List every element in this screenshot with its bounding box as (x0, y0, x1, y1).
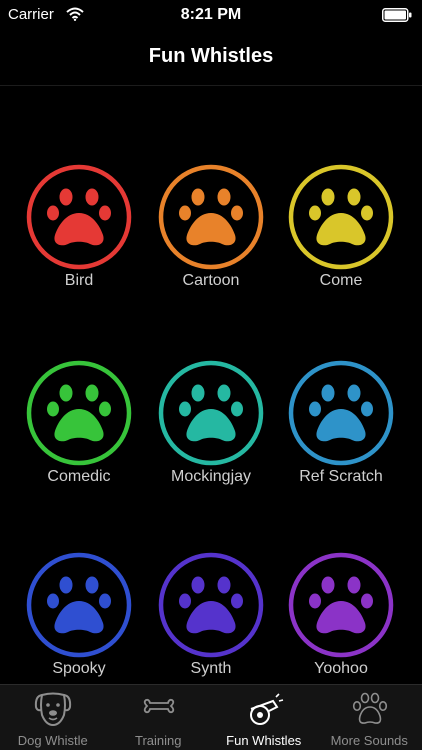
tab-dog-whistle[interactable]: Dog Whistle (0, 685, 106, 750)
sound-button-mockingjay[interactable]: Mockingjay (146, 360, 276, 500)
sound-label: Come (319, 272, 363, 289)
tab-more-sounds[interactable]: More Sounds (317, 685, 422, 750)
sound-label: Ref Scratch (299, 468, 383, 485)
tab-label: More Sounds (330, 733, 408, 748)
page-title: Fun Whistles (148, 45, 274, 67)
sound-button-spooky[interactable]: Spooky (14, 552, 144, 692)
sound-label: Cartoon (182, 272, 240, 289)
paw-icon (288, 360, 394, 466)
sound-button-ref-scratch[interactable]: Ref Scratch (276, 360, 406, 500)
sound-grid: Bird Cartoon Come Comedic Mockingjay Ref… (0, 86, 422, 684)
paw-icon (158, 360, 264, 466)
sound-label: Mockingjay (170, 468, 252, 485)
status-time: 8:21 PM (180, 6, 242, 23)
paw-outline-icon (352, 692, 387, 724)
paw-icon (288, 164, 394, 270)
tab-label: Dog Whistle (17, 733, 88, 748)
sound-label: Yoohoo (314, 660, 368, 677)
tab-bar: Dog Whistle Training Fun Whistles More S… (0, 684, 422, 750)
sound-button-come[interactable]: Come (276, 164, 406, 304)
sound-label: Spooky (52, 660, 106, 677)
paw-icon (158, 552, 264, 658)
bone-icon (143, 698, 174, 714)
sound-label: Comedic (47, 468, 111, 485)
sound-label: Synth (190, 660, 232, 677)
sound-button-synth[interactable]: Synth (146, 552, 276, 692)
paw-icon (26, 164, 132, 270)
dog-face-icon (34, 692, 72, 727)
tab-fun-whistles[interactable]: Fun Whistles (211, 685, 317, 750)
tab-label: Training (135, 733, 182, 748)
paw-icon (26, 552, 132, 658)
paw-icon (288, 552, 394, 658)
status-bar: Carrier 8:21 PM (0, 0, 422, 30)
battery-icon (382, 8, 412, 22)
tab-training[interactable]: Training (106, 685, 212, 750)
whistle-icon (250, 693, 284, 725)
tab-label: Fun Whistles (226, 733, 302, 748)
sound-label: Bird (64, 272, 94, 289)
paw-icon (26, 360, 132, 466)
navigation-bar: Fun Whistles (0, 30, 422, 86)
sound-button-bird[interactable]: Bird (14, 164, 144, 304)
paw-icon (158, 164, 264, 270)
sound-button-yoohoo[interactable]: Yoohoo (276, 552, 406, 692)
sound-button-comedic[interactable]: Comedic (14, 360, 144, 500)
sound-button-cartoon[interactable]: Cartoon (146, 164, 276, 304)
